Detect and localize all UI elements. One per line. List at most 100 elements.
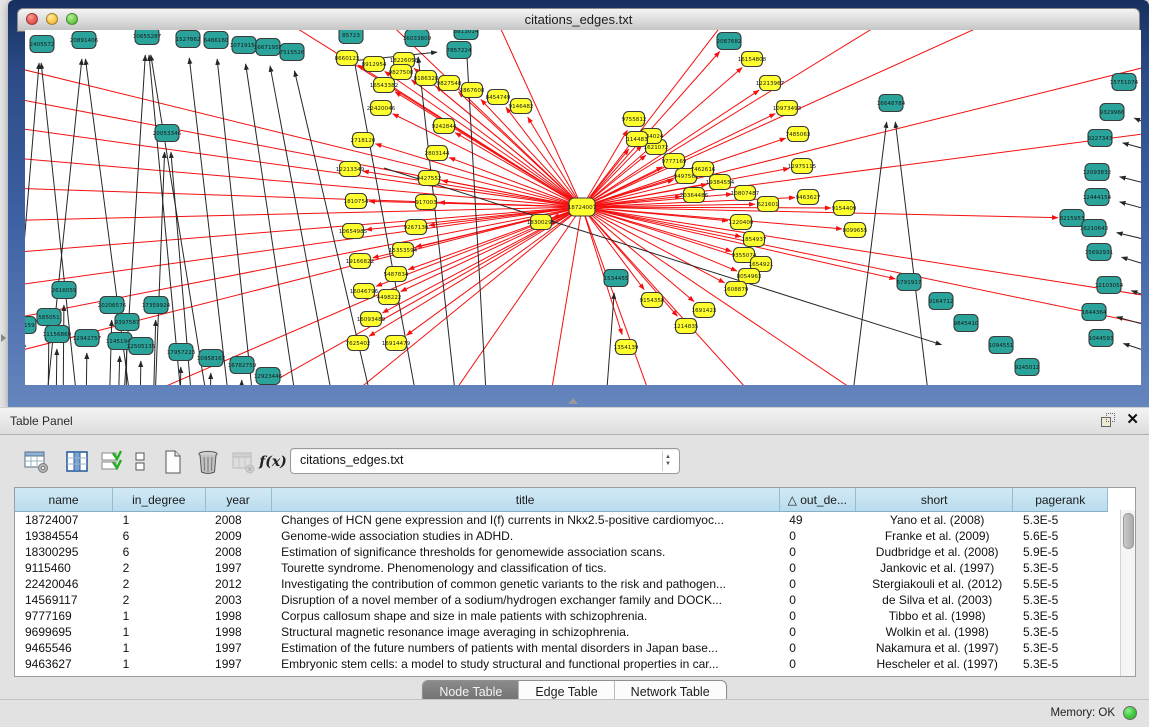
graph-node[interactable]: 9245012 [1015, 359, 1040, 376]
graph-node[interactable]: 9827548 [437, 76, 462, 91]
graph-node[interactable]: 12975115 [788, 159, 817, 174]
graph-node[interactable]: 15751074 [1110, 74, 1139, 91]
graph-node[interactable]: 9227343 [1088, 130, 1113, 147]
column-header-out_degree[interactable]: △ out_de... [779, 488, 855, 512]
graph-node[interactable]: 8660123 [335, 51, 360, 66]
graph-node[interactable]: 7485063 [786, 127, 811, 142]
graph-node[interactable]: 9427552 [417, 171, 442, 186]
column-header-pagerank[interactable]: pagerank [1013, 488, 1108, 512]
graph-node[interactable]: 2405572 [30, 36, 55, 53]
graph-node[interactable]: 20206576 [98, 297, 127, 314]
citation-edge[interactable] [241, 380, 242, 385]
graph-node[interactable]: 2867608 [460, 83, 485, 98]
graph-node[interactable]: 9463627 [796, 190, 821, 205]
table-row[interactable]: 946554611997Estimation of the future num… [15, 640, 1108, 656]
citation-edge[interactable] [153, 320, 156, 385]
table-row[interactable]: 977716911998Corpus callosum shape and si… [15, 608, 1108, 624]
graph-node[interactable]: 16093489 [357, 312, 386, 327]
graph-node[interactable]: 8912954 [362, 57, 387, 72]
citation-edge[interactable] [506, 107, 582, 207]
citation-edge[interactable] [140, 361, 141, 385]
function-builder-button[interactable]: f(x) [258, 447, 288, 477]
graph-node[interactable]: 7462616 [691, 162, 716, 177]
graph-node[interactable]: 11156869 [43, 326, 72, 343]
graph-node[interactable]: 9329966 [1100, 104, 1125, 121]
graph-node[interactable]: 85723 [339, 30, 363, 44]
column-header-year[interactable]: year [205, 488, 271, 512]
graph-node-hub[interactable]: 18724007 [568, 198, 597, 216]
graph-node[interactable]: 1094551 [989, 337, 1014, 354]
column-header-in_degree[interactable]: in_degree [113, 488, 205, 512]
table-row[interactable]: 2242004622012Investigating the contribut… [15, 576, 1108, 592]
graph-node[interactable]: 9164712 [929, 293, 954, 310]
table-row[interactable]: 911546021997Tourette syndrome. Phenomeno… [15, 560, 1108, 576]
citation-edge[interactable] [118, 356, 120, 385]
graph-node[interactable]: 10655287 [133, 30, 162, 45]
row-height-button[interactable] [125, 447, 155, 477]
create-column-button[interactable] [158, 447, 188, 477]
graph-node[interactable]: 1214835 [674, 319, 699, 334]
graph-node[interactable]: 16914479 [382, 336, 411, 351]
import-table-button-disabled[interactable] [228, 447, 258, 477]
graph-node[interactable]: 6791917 [897, 274, 922, 291]
panel-resize-grip[interactable] [568, 398, 578, 404]
float-panel-icon[interactable] [1101, 413, 1114, 426]
graph-node[interactable]: 9827508 [389, 65, 414, 80]
graph-node[interactable]: 8186328 [414, 71, 439, 86]
citation-edge[interactable] [25, 63, 39, 305]
column-visibility-button[interactable] [62, 447, 92, 477]
scrollbar-thumb[interactable] [1123, 513, 1134, 549]
citation-edge[interactable] [210, 373, 211, 385]
graph-node[interactable]: 9154409 [832, 201, 857, 216]
citation-edge[interactable] [64, 207, 582, 385]
graph-node[interactable]: 2718120 [351, 133, 376, 148]
citation-edge[interactable] [582, 30, 1094, 207]
graph-node[interactable]: 393159 [25, 317, 36, 334]
graph-node[interactable]: 8215953 [1060, 210, 1085, 227]
graph-node[interactable]: 1044593 [1089, 330, 1114, 347]
citation-network-graph[interactable]: 1872400718300295240557220891406106552871… [25, 30, 1141, 385]
citation-edge[interactable] [246, 64, 300, 385]
graph-node[interactable]: 917003 [415, 195, 437, 210]
graph-node[interactable]: 20364486 [680, 188, 709, 203]
graph-node[interactable]: 9267130 [404, 220, 429, 235]
citation-edge[interactable] [56, 349, 57, 385]
citation-edge[interactable] [109, 320, 112, 385]
citation-edge[interactable] [1123, 143, 1141, 154]
graph-node[interactable]: 9154358 [640, 293, 665, 308]
table-row[interactable]: 969969511998Structural magnetic resonanc… [15, 624, 1108, 640]
citation-edge[interactable] [895, 122, 932, 385]
graph-node[interactable]: 5487834 [384, 267, 409, 282]
table-row[interactable]: 946362711997Embryonic stem cells: a mode… [15, 656, 1108, 672]
table-mode-button[interactable] [22, 447, 52, 477]
select-rows-button[interactable] [97, 447, 127, 477]
graph-node[interactable]: 1644364 [1082, 304, 1107, 321]
graph-node[interactable]: 22420046 [367, 101, 396, 116]
close-panel-icon[interactable]: ✕ [1126, 412, 1139, 427]
graph-node[interactable]: 16543382 [370, 78, 398, 93]
graph-node[interactable]: 19166822 [346, 254, 374, 269]
graph-node[interactable]: 7857224 [447, 42, 472, 59]
citation-edge[interactable] [849, 122, 887, 385]
graph-node[interactable]: 16782759 [228, 357, 257, 374]
graph-node[interactable]: 6486160 [204, 32, 229, 49]
citation-edge[interactable] [1120, 202, 1141, 214]
graph-node[interactable]: 16046796 [350, 284, 379, 299]
citation-edge[interactable] [582, 207, 737, 271]
citation-edge[interactable] [25, 207, 582, 222]
graph-node[interactable]: 17359924 [142, 297, 171, 314]
citation-edge[interactable] [1122, 257, 1141, 270]
graph-node[interactable]: 8813014 [454, 30, 479, 40]
graph-node[interactable]: 12923446 [254, 368, 283, 385]
citation-edge[interactable] [582, 207, 1141, 300]
citation-edge[interactable] [25, 152, 582, 207]
table-row[interactable]: 1872400712008Changes of HCN gene express… [15, 512, 1108, 529]
graph-node[interactable]: 9146482 [509, 99, 534, 114]
graph-node[interactable]: 4498222 [377, 290, 402, 305]
table-row[interactable]: 1456911722003Disruption of a novel membe… [15, 592, 1108, 608]
citation-edge[interactable] [217, 59, 256, 385]
citation-edge[interactable] [1134, 118, 1141, 130]
graph-node[interactable]: 12213967 [756, 76, 785, 91]
graph-node[interactable]: 2803144 [425, 146, 450, 161]
citation-edge[interactable] [1117, 233, 1141, 244]
